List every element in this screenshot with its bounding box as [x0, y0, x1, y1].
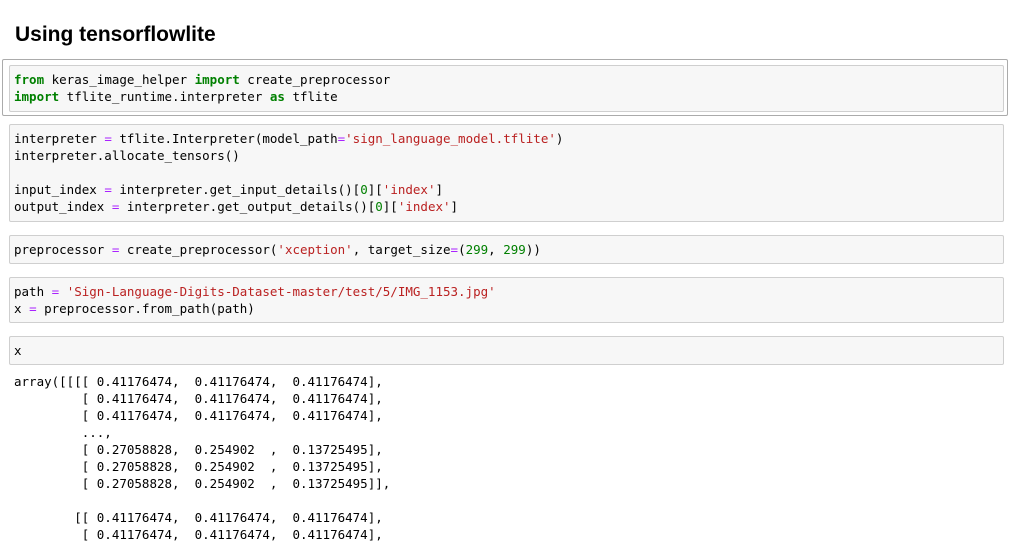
code-editor[interactable]: path = 'Sign-Language-Digits-Dataset-mas…	[10, 278, 1003, 317]
code-token: tflite_runtime.interpreter	[59, 89, 270, 104]
code-token: interpreter	[14, 131, 105, 146]
code-token: x	[14, 343, 22, 358]
code-token: (	[458, 242, 466, 257]
code-line: output_index = interpreter.get_output_de…	[14, 198, 1003, 215]
section-heading: Using tensorflowlite	[15, 23, 216, 46]
code-token: 0	[375, 199, 383, 214]
code-token: output_index	[14, 199, 112, 214]
output-line: [ 0.41176474, 0.41176474, 0.41176474],	[14, 391, 383, 406]
code-token: interpreter.get_output_details()[	[119, 199, 376, 214]
code-token: =	[104, 182, 112, 197]
code-cell-imports[interactable]: from keras_image_helper import create_pr…	[9, 65, 1004, 112]
code-token: ][	[367, 182, 383, 197]
code-token: interpreter.allocate_tensors()	[14, 148, 240, 163]
code-token: interpreter.get_input_details()[	[111, 182, 361, 197]
output-line: [ 0.27058828, 0.254902 , 0.13725495],	[14, 442, 383, 457]
code-token: ]	[450, 199, 459, 214]
code-token: =	[450, 242, 459, 257]
code-token: preprocessor	[14, 242, 112, 257]
code-token: ))	[525, 242, 541, 257]
code-token: ][	[382, 199, 398, 214]
code-line: preprocessor = create_preprocessor('xcep…	[14, 241, 1003, 258]
output-line: [ 0.41176474, 0.41176474, 0.41176474],	[14, 408, 383, 423]
code-cell-path[interactable]: path = 'Sign-Language-Digits-Dataset-mas…	[9, 277, 1004, 323]
code-line: input_index = interpreter.get_input_deta…	[14, 181, 1003, 198]
code-token: ,	[488, 242, 504, 257]
code-cell-interpreter[interactable]: interpreter = tflite.Interpreter(model_p…	[9, 124, 1004, 222]
output-line: [ 0.27058828, 0.254902 , 0.13725495]],	[14, 476, 391, 491]
code-token: from	[14, 72, 45, 87]
code-token: x	[14, 301, 30, 316]
code-token: 'Sign-Language-Digits-Dataset-master/tes…	[66, 284, 496, 299]
code-token: import	[14, 89, 60, 104]
code-token: preprocessor.from_path(path)	[36, 301, 255, 316]
code-line: import tflite_runtime.interpreter as tfl…	[14, 88, 1003, 105]
code-token: 'sign_language_model.tflite'	[345, 131, 556, 146]
code-editor[interactable]: preprocessor = create_preprocessor('xcep…	[10, 236, 1003, 258]
output-line: [ 0.27058828, 0.254902 , 0.13725495],	[14, 459, 383, 474]
code-token: tflite	[284, 89, 338, 104]
code-line: from keras_image_helper import create_pr…	[14, 71, 1003, 88]
code-cell-preprocessor[interactable]: preprocessor = create_preprocessor('xcep…	[9, 235, 1004, 264]
code-token: 'index'	[382, 182, 436, 197]
code-token: input_index	[14, 182, 105, 197]
code-token: )	[555, 131, 564, 146]
output-line: ...,	[14, 425, 112, 440]
code-token: =	[29, 301, 37, 316]
code-token: create_preprocessor	[239, 72, 391, 87]
code-line: x	[14, 342, 1003, 359]
code-editor[interactable]: from keras_image_helper import create_pr…	[10, 66, 1003, 105]
code-token: 'index'	[397, 199, 451, 214]
code-token: keras_image_helper	[44, 72, 195, 87]
code-token: tflite.Interpreter(model_path	[111, 131, 338, 146]
code-token: , target_size	[352, 242, 451, 257]
code-token: create_preprocessor(	[119, 242, 278, 257]
cell-output: array([[[[ 0.41176474, 0.41176474, 0.411…	[14, 373, 390, 543]
code-cell-x[interactable]: x	[9, 336, 1004, 365]
code-line: path = 'Sign-Language-Digits-Dataset-mas…	[14, 283, 1003, 300]
code-token: ]	[435, 182, 444, 197]
output-line: array([[[[ 0.41176474, 0.41176474, 0.411…	[14, 374, 383, 389]
code-editor[interactable]: interpreter = tflite.Interpreter(model_p…	[10, 125, 1003, 215]
code-token: 299	[465, 242, 489, 257]
code-editor[interactable]: x	[10, 337, 1003, 359]
code-line: interpreter.allocate_tensors()	[14, 147, 1003, 164]
code-token: =	[104, 131, 112, 146]
code-line: interpreter = tflite.Interpreter(model_p…	[14, 130, 1003, 147]
code-token: import	[194, 72, 240, 87]
code-token: 'xception'	[277, 242, 353, 257]
code-token: as	[269, 89, 285, 104]
code-line: x = preprocessor.from_path(path)	[14, 300, 1003, 317]
code-token: path	[14, 284, 52, 299]
output-line: [[ 0.41176474, 0.41176474, 0.41176474],	[14, 510, 383, 525]
code-token: 299	[503, 242, 526, 257]
code-token: 0	[360, 182, 368, 197]
